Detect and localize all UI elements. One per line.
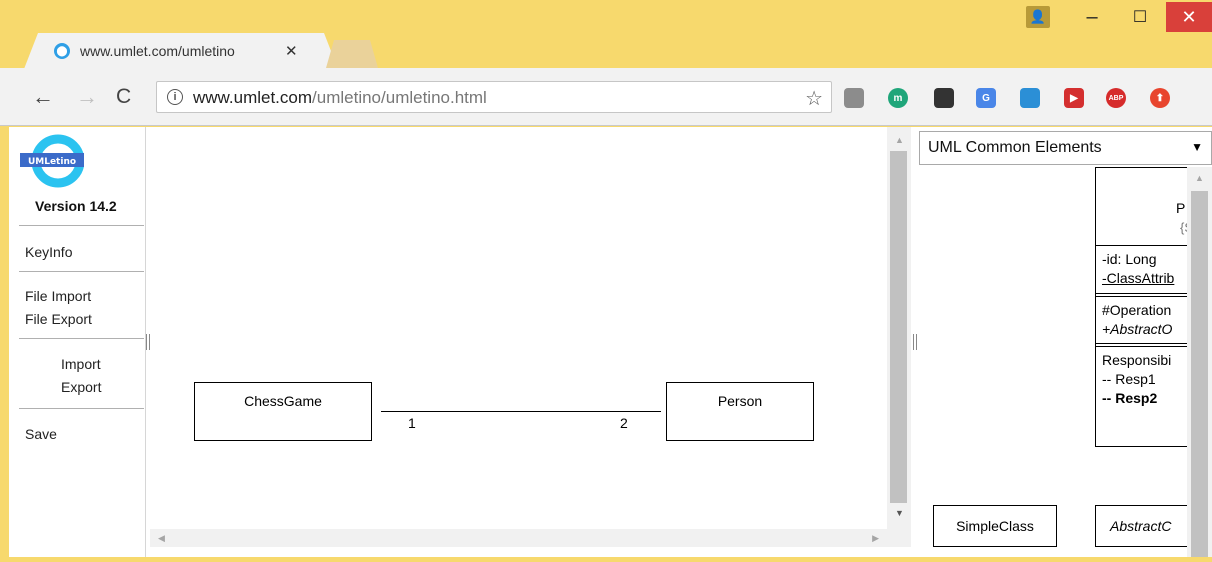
responsibilities-title: Responsibi: [1102, 352, 1172, 368]
reload-icon[interactable]: C: [116, 86, 131, 108]
class-header-section: P {S: [1096, 168, 1194, 246]
tab-title: www.umlet.com/umletino: [80, 43, 235, 59]
browser-toolbar: ← → C i www.umlet.com/umletino/umletino.…: [0, 68, 1212, 126]
scroll-up-arrow-icon[interactable]: ▲: [1195, 173, 1204, 183]
class-title: P: [1176, 200, 1186, 216]
scroll-down-arrow-icon[interactable]: ▼: [895, 508, 904, 518]
class-operation: #Operation: [1102, 302, 1172, 318]
class-operation: +AbstractO: [1102, 321, 1173, 337]
window-bottom-frame: [0, 557, 1212, 562]
umlet-favicon-icon: ⬤: [54, 43, 70, 59]
upload-extension-icon[interactable]: ⬆: [1150, 88, 1170, 108]
responsibility-item: -- Resp1: [1102, 371, 1156, 387]
back-arrow-icon[interactable]: ←: [32, 86, 54, 108]
import-link[interactable]: Import: [61, 356, 101, 372]
umletino-logo: UMLetino: [20, 134, 84, 188]
palette-panel: UML Common Elements ▼ P {S -id: Long -Cl…: [919, 127, 1212, 557]
play-extension-icon[interactable]: ▶: [1064, 88, 1084, 108]
forward-arrow-icon[interactable]: →: [76, 86, 98, 108]
page-content: UMLetino Version 14.2 KeyInfo File Impor…: [9, 127, 1212, 557]
palette-selector-value: UML Common Elements: [928, 139, 1102, 156]
profile-icon[interactable]: 👤: [1026, 6, 1050, 28]
new-tab-button[interactable]: [326, 40, 378, 68]
sidebar-divider: [19, 408, 144, 409]
association-line[interactable]: [381, 411, 661, 412]
close-window-button[interactable]: ✕: [1166, 2, 1212, 32]
uml-class-person[interactable]: Person: [666, 382, 814, 441]
window-extension-icon[interactable]: [1020, 88, 1040, 108]
responsibility-item: -- Resp2: [1102, 390, 1158, 406]
version-label: Version 14.2: [35, 198, 117, 214]
class-attribute: -ClassAttrib: [1102, 270, 1175, 286]
sidebar-divider: [19, 271, 144, 272]
diagram-canvas[interactable]: ChessGame Person 1 2: [150, 127, 887, 527]
dropdown-arrow-icon: ▼: [1191, 140, 1203, 154]
info-icon[interactable]: i: [167, 89, 183, 105]
sidebar-divider: [19, 225, 144, 226]
multiplicity-label-chessgame: 1: [408, 415, 416, 431]
url-path: /umletino/umletino.html: [312, 88, 487, 107]
export-link[interactable]: Export: [61, 379, 101, 395]
keyinfo-link[interactable]: KeyInfo: [25, 244, 72, 260]
tab-close-icon[interactable]: ✕: [285, 42, 298, 60]
translate-extension-icon[interactable]: G: [976, 88, 996, 108]
file-export-link[interactable]: File Export: [25, 311, 92, 327]
palette-abstract-class[interactable]: AbstractC: [1095, 505, 1195, 547]
class-operations-section: #Operation +AbstractO: [1096, 296, 1194, 344]
scroll-right-arrow-icon[interactable]: ▶: [872, 533, 879, 544]
save-link[interactable]: Save: [25, 426, 57, 442]
scroll-up-arrow-icon[interactable]: ▲: [895, 135, 904, 145]
palette-vertical-scrollbar[interactable]: ▲: [1187, 167, 1212, 557]
palette-uml-class-template[interactable]: P {S -id: Long -ClassAttrib #Operation +…: [1095, 167, 1195, 447]
film-extension-icon[interactable]: [844, 88, 864, 108]
maximize-button[interactable]: ☐: [1122, 2, 1158, 32]
umletino-sidebar: UMLetino Version 14.2 KeyInfo File Impor…: [9, 127, 146, 557]
browser-tab-active[interactable]: ⬤ www.umlet.com/umletino ✕: [24, 33, 338, 69]
canvas-scrollbar-thumb[interactable]: [890, 151, 907, 503]
multiplicity-label-person: 2: [620, 415, 628, 431]
uml-class-chessgame[interactable]: ChessGame: [194, 382, 372, 441]
m-extension-icon[interactable]: m: [888, 88, 908, 108]
palette-simple-class[interactable]: SimpleClass: [933, 505, 1057, 547]
class-attribute: -id: Long: [1102, 251, 1157, 267]
sidebar-divider: [19, 338, 144, 339]
minimize-button[interactable]: –: [1074, 2, 1110, 32]
abp-extension-icon[interactable]: ABP: [1106, 88, 1126, 108]
file-import-link[interactable]: File Import: [25, 288, 91, 304]
class-attributes-section: -id: Long -ClassAttrib: [1096, 246, 1194, 294]
canvas-horizontal-scrollbar[interactable]: ◀ ▶: [150, 529, 887, 547]
palette-selector[interactable]: UML Common Elements ▼: [919, 131, 1212, 165]
palette-splitter-handle[interactable]: [913, 334, 917, 350]
logo-label: UMLetino: [28, 157, 76, 167]
class-responsibilities-section: Responsibi -- Resp1 -- Resp2: [1096, 346, 1194, 446]
scroll-left-arrow-icon[interactable]: ◀: [158, 533, 165, 544]
palette-scrollbar-thumb[interactable]: [1191, 191, 1208, 557]
bookmark-star-icon[interactable]: ☆: [805, 86, 823, 111]
url-text[interactable]: www.umlet.com/umletino/umletino.html: [193, 88, 487, 108]
address-bar[interactable]: i www.umlet.com/umletino/umletino.html ☆: [156, 81, 832, 113]
drop-extension-icon[interactable]: [934, 88, 954, 108]
url-host: www.umlet.com: [193, 88, 313, 107]
canvas-vertical-scrollbar[interactable]: ▲ ▼: [887, 127, 911, 547]
